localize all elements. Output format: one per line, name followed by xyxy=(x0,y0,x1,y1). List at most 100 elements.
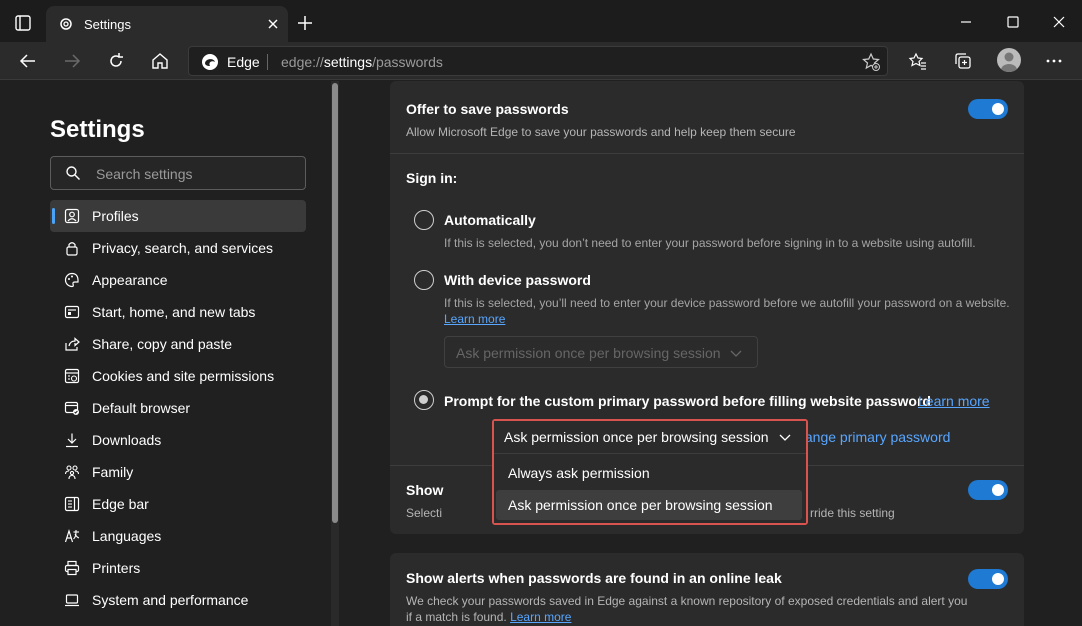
sidebar-item-label: System and performance xyxy=(92,592,249,608)
sidebar-item-label: Appearance xyxy=(92,272,168,288)
custom-permission-select[interactable]: Ask permission once per browsing session xyxy=(494,421,806,453)
password-settings-card: Offer to save passwords Allow Microsoft … xyxy=(390,81,1024,534)
leak-learn-more-link[interactable]: Learn more xyxy=(510,610,571,624)
sidebar-item-edge-bar[interactable]: Edge bar xyxy=(50,488,306,520)
minimize-icon[interactable] xyxy=(956,12,976,32)
search-placeholder: Search settings xyxy=(96,166,193,182)
edge-logo-icon xyxy=(202,54,218,70)
sidebar-item-default-browser[interactable]: Default browser xyxy=(50,392,306,424)
sidebar-item-cookies[interactable]: Cookies and site permissions xyxy=(50,360,306,392)
sidebar-item-label: Printers xyxy=(92,560,141,576)
forward-icon[interactable] xyxy=(62,51,82,71)
sign-in-label: Sign in: xyxy=(406,170,458,186)
edge-label: Edge xyxy=(227,54,260,70)
sidebar-item-printers[interactable]: Printers xyxy=(50,552,306,584)
automatically-subtitle: If this is selected, you don’t need to e… xyxy=(444,236,976,250)
add-favorite-icon[interactable] xyxy=(861,52,881,72)
show-row-title: Show xyxy=(406,482,444,498)
show-row-subtitle-right: rride this setting xyxy=(810,506,895,520)
refresh-icon[interactable] xyxy=(106,51,126,71)
profile-avatar[interactable] xyxy=(997,48,1021,72)
sidebar-item-label: Default browser xyxy=(92,400,191,416)
show-toggle[interactable] xyxy=(968,480,1008,500)
sidebar-item-privacy[interactable]: Privacy, search, and services xyxy=(50,232,306,264)
back-icon[interactable] xyxy=(18,51,38,71)
sidebar-item-languages[interactable]: Languages xyxy=(50,520,306,552)
leak-alerts-subtitle-2: if a match is found. Learn more xyxy=(406,610,572,624)
sidebar-item-family[interactable]: Family xyxy=(50,456,306,488)
cookies-icon xyxy=(64,368,80,384)
chevron-down-icon xyxy=(779,434,791,441)
address-bar[interactable]: Edge edge://settings/passwords xyxy=(188,46,888,76)
close-tab-icon[interactable] xyxy=(264,15,282,33)
close-window-icon[interactable] xyxy=(1049,12,1069,32)
scrollbar-thumb[interactable] xyxy=(332,83,338,523)
sidebar-item-label: Edge bar xyxy=(92,496,149,512)
avatar-icon xyxy=(1001,52,1017,72)
lock-icon xyxy=(66,242,78,256)
tab-title: Settings xyxy=(84,17,131,32)
settings-nav: Profiles Privacy, search, and services A… xyxy=(50,200,306,616)
change-primary-password-link[interactable]: Change primary password xyxy=(787,429,950,445)
show-row-subtitle: Selecti xyxy=(406,506,443,520)
device-password-title: With device password xyxy=(444,272,591,288)
maximize-icon[interactable] xyxy=(1003,12,1023,32)
custom-primary-title: Prompt for the custom primary password b… xyxy=(444,393,931,409)
option-always-ask[interactable]: Always ask permission xyxy=(496,458,802,488)
search-settings-input[interactable]: Search settings xyxy=(50,156,306,190)
divider xyxy=(390,153,1024,154)
settings-title: Settings xyxy=(50,116,145,143)
divider xyxy=(390,465,494,466)
gear-icon xyxy=(60,18,72,30)
sidebar-item-label: Start, home, and new tabs xyxy=(92,304,256,320)
settings-sidebar: Settings Search settings Profiles Privac… xyxy=(0,81,330,626)
browser-toolbar: Edge edge://settings/passwords xyxy=(0,42,1082,80)
new-tab-icon[interactable] xyxy=(296,14,314,32)
sidebar-item-profiles[interactable]: Profiles xyxy=(50,200,306,232)
sidebar-item-downloads[interactable]: Downloads xyxy=(50,424,306,456)
home-tabs-icon xyxy=(64,305,80,319)
tab-actions-icon[interactable] xyxy=(14,14,32,32)
sidebar-scrollbar[interactable] xyxy=(331,81,339,626)
sidebar-item-system[interactable]: System and performance xyxy=(50,584,306,616)
offer-save-toggle[interactable] xyxy=(968,99,1008,119)
sidebar-item-label: Languages xyxy=(92,528,162,544)
sidebar-item-label: Privacy, search, and services xyxy=(92,240,274,256)
device-permission-select: Ask permission once per browsing session xyxy=(444,336,758,368)
languages-icon xyxy=(64,529,80,543)
custom-learn-more-link[interactable]: Learn more xyxy=(918,393,990,409)
option-once-per-session[interactable]: Ask permission once per browsing session xyxy=(496,490,802,520)
passwords-settings-main: Offer to save passwords Allow Microsoft … xyxy=(340,81,1082,626)
palette-icon xyxy=(64,272,79,288)
sidebar-item-share[interactable]: Share, copy and paste xyxy=(50,328,306,360)
favorites-icon[interactable] xyxy=(908,51,928,71)
sidebar-item-label: Profiles xyxy=(92,208,139,224)
title-bar: Settings xyxy=(0,0,1082,42)
printer-icon xyxy=(64,560,80,576)
radio-automatically[interactable] xyxy=(414,210,434,230)
device-select-value: Ask permission once per browsing session xyxy=(456,345,721,361)
home-icon[interactable] xyxy=(150,51,170,71)
custom-select-value: Ask permission once per browsing session xyxy=(504,429,769,445)
browser-icon xyxy=(64,401,79,415)
sidebar-item-start-home[interactable]: Start, home, and new tabs xyxy=(50,296,306,328)
sidebar-item-label: Share, copy and paste xyxy=(92,336,233,352)
radio-custom-primary-password[interactable] xyxy=(414,390,434,410)
more-options-icon[interactable] xyxy=(1044,51,1064,71)
leak-alerts-card: Show alerts when passwords are found in … xyxy=(390,553,1024,626)
leak-alerts-toggle[interactable] xyxy=(968,569,1008,589)
leak-alerts-title: Show alerts when passwords are found in … xyxy=(406,570,782,586)
device-password-subtitle: If this is selected, you’ll need to ente… xyxy=(444,296,1010,310)
system-icon xyxy=(65,594,79,607)
radio-device-password[interactable] xyxy=(414,270,434,290)
divider xyxy=(808,465,1024,466)
automatically-title: Automatically xyxy=(444,212,536,228)
url-text: edge://settings/passwords xyxy=(281,54,443,70)
sidebar-item-appearance[interactable]: Appearance xyxy=(50,264,306,296)
offer-save-title: Offer to save passwords xyxy=(406,101,569,117)
sidebar-item-label: Downloads xyxy=(92,432,162,448)
tab-settings[interactable]: Settings xyxy=(46,6,288,42)
custom-permission-menu: Always ask permission Ask permission onc… xyxy=(494,453,806,523)
collections-icon[interactable] xyxy=(953,51,973,71)
device-learn-more-link[interactable]: Learn more xyxy=(444,312,505,326)
